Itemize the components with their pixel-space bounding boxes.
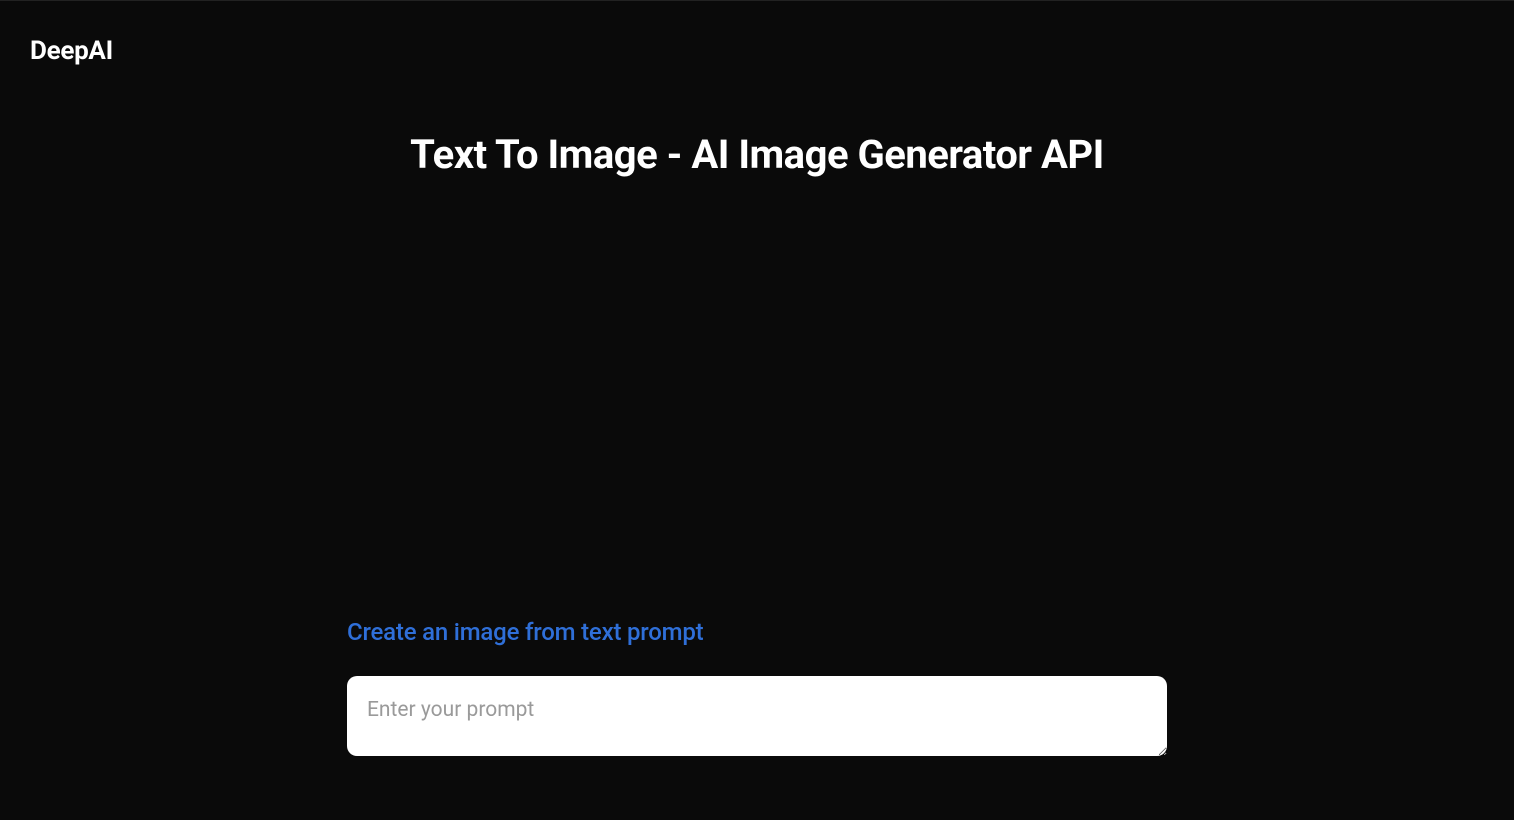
prompt-input[interactable] — [347, 676, 1167, 756]
page-title: Text To Image - AI Image Generator API — [410, 131, 1104, 178]
main-content: Text To Image - AI Image Generator API C… — [0, 101, 1514, 760]
prompt-section: Create an image from text prompt — [347, 618, 1167, 760]
logo[interactable]: DeepAI — [30, 36, 1484, 66]
header: DeepAI — [0, 1, 1514, 101]
subtitle: Create an image from text prompt — [347, 618, 1167, 646]
